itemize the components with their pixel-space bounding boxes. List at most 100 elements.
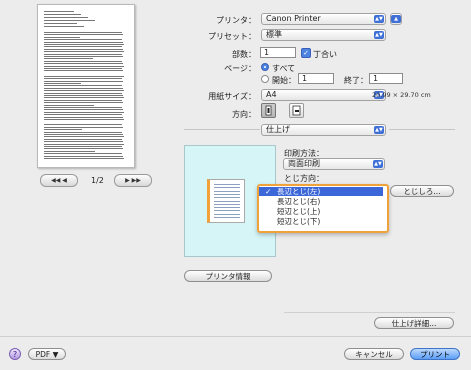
pages-range-radio[interactable] <box>261 75 269 83</box>
binding-margin-button[interactable]: とじしろ... <box>390 185 454 197</box>
preview-text-line <box>44 83 81 84</box>
preview-text-line <box>44 99 122 101</box>
preview-text-line <box>44 78 122 80</box>
preview-text-line <box>44 20 95 21</box>
disclosure-up-icon: ▲ <box>391 15 401 23</box>
panel-select[interactable]: 仕上げ ▲▼ <box>261 124 386 136</box>
binding-option-label: 短辺とじ(下) <box>277 217 321 226</box>
portrait-orientation-button[interactable] <box>261 103 276 118</box>
checkmark-icon: ✓ <box>265 187 272 196</box>
preview-text-line <box>44 143 124 145</box>
sheet-text-line <box>214 207 240 209</box>
preview-text-line <box>44 34 123 36</box>
preview-text-line <box>44 158 124 159</box>
printer-select-value: Canon Printer <box>266 14 321 23</box>
preview-text-line <box>44 36 80 38</box>
preview-text-line <box>44 46 122 48</box>
preview-text-line <box>44 58 93 60</box>
paper-size-value: A4 <box>266 90 277 99</box>
binding-option-label: 短辺とじ(上) <box>277 207 321 216</box>
pages-to-label: 終了： <box>344 76 368 85</box>
preset-select[interactable]: 標準 ▲▼ <box>261 29 386 41</box>
preview-text-line <box>44 104 94 106</box>
preview-text-line <box>44 138 122 140</box>
preview-text-line <box>44 26 84 27</box>
collate-checkbox[interactable]: ✓ <box>301 48 311 58</box>
next-page-button[interactable]: ▶ ▶▶ <box>114 174 152 187</box>
preview-text-line <box>44 75 124 77</box>
preview-text-line <box>44 90 124 92</box>
binding-option[interactable]: ✓ 長辺とじ(左) <box>259 187 383 196</box>
preview-text-line <box>44 48 123 50</box>
binding-option[interactable]: 長辺とじ(右) <box>259 197 383 206</box>
chevron-updown-icon: ▲▼ <box>373 160 383 168</box>
page-indicator: 1/2 <box>91 176 104 185</box>
preview-text-line <box>44 129 82 131</box>
preview-text-line <box>44 87 123 89</box>
print-method-select[interactable]: 両面印刷 ▲▼ <box>283 158 385 170</box>
details-separator <box>284 312 455 313</box>
binding-option-label: 長辺とじ(左) <box>277 187 321 196</box>
printer-info-button[interactable]: プリンタ情報 <box>184 270 272 282</box>
printer-select[interactable]: Canon Printer ▲▼ <box>261 13 386 25</box>
preview-text-line <box>44 109 123 111</box>
preview-text-line <box>44 119 124 120</box>
chevron-updown-icon: ▲▼ <box>374 15 384 23</box>
previous-page-button[interactable]: ◀◀ ◀ <box>40 174 78 187</box>
preview-text-line <box>44 107 122 108</box>
pdf-menu-button[interactable]: PDF ▼ <box>28 348 66 360</box>
binding-option[interactable]: 短辺とじ(下) <box>259 217 383 226</box>
sheet-text-line <box>214 184 240 185</box>
expand-dialog-button[interactable]: ▲ <box>390 13 402 25</box>
preview-text-line <box>44 63 123 65</box>
print-method-value: 両面印刷 <box>288 159 320 168</box>
cancel-button[interactable]: キャンセル <box>344 348 404 360</box>
copies-input[interactable]: 1 <box>260 47 296 58</box>
preview-text-line <box>44 97 124 99</box>
print-button[interactable]: プリント <box>410 348 460 360</box>
preview-text-line <box>44 68 122 69</box>
portrait-icon <box>265 105 272 116</box>
panel-separator-left <box>184 129 260 130</box>
printer-label: プリンタ： <box>216 16 256 25</box>
help-icon[interactable]: ? <box>9 348 21 360</box>
pages-to-input[interactable]: 1 <box>369 73 403 84</box>
pages-range-label: 開始： <box>272 76 296 85</box>
collate-label: 丁合い <box>313 50 337 59</box>
binding-option-label: 長辺とじ(右) <box>277 197 321 206</box>
preview-text-line <box>44 136 124 138</box>
preview-text-line <box>44 39 122 41</box>
preview-text-line <box>44 11 74 12</box>
binding-option[interactable]: 短辺とじ(上) <box>259 207 383 216</box>
pages-all-radio[interactable] <box>261 63 269 71</box>
pages-from-input[interactable]: 1 <box>298 73 334 84</box>
paper-size-select[interactable]: A4 ▲▼ <box>261 89 386 101</box>
preview-text-line <box>44 70 123 72</box>
preview-text-line <box>44 114 122 116</box>
pages-label: ページ： <box>224 64 256 73</box>
binding-direction-dropdown[interactable]: ✓ 長辺とじ(左) 長辺とじ(右) 短辺とじ(上) 短辺とじ(下) <box>257 184 389 233</box>
preview-text-line <box>44 153 122 155</box>
bound-sheet-preview <box>207 179 245 223</box>
sheet-text-line <box>214 217 240 218</box>
finishing-details-button[interactable]: 仕上げ詳細... <box>374 317 454 329</box>
preview-text-line <box>44 141 123 143</box>
preview-text-line <box>44 85 122 87</box>
preview-text-line <box>44 134 123 135</box>
preview-text-line <box>44 23 77 24</box>
preview-text-line <box>44 95 123 96</box>
preview-text-line <box>44 32 122 33</box>
sheet-text-line <box>214 203 240 205</box>
landscape-rotated-icon <box>292 105 301 116</box>
preview-text-line <box>44 17 88 18</box>
preset-label: プリセット： <box>208 32 256 41</box>
preview-text-line <box>44 155 123 157</box>
preview-text-line <box>44 51 124 53</box>
sheet-text-line <box>214 213 240 215</box>
landscape-orientation-button[interactable] <box>289 103 304 118</box>
panel-select-value: 仕上げ <box>266 125 290 134</box>
preview-text-line <box>44 60 122 62</box>
orientation-label: 方向： <box>232 110 256 119</box>
preview-text-line <box>44 150 95 152</box>
preview-text-line <box>44 41 123 43</box>
